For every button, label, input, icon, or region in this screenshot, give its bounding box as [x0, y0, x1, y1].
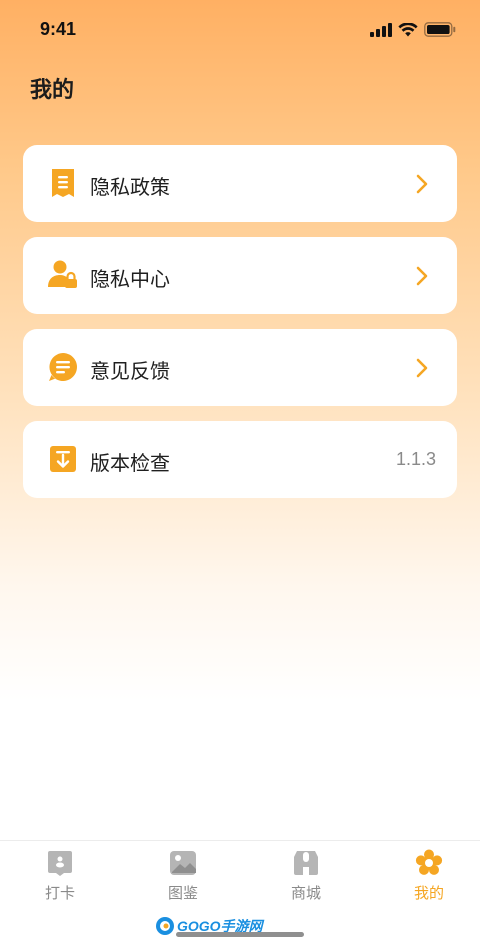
battery-icon	[424, 22, 456, 37]
status-icons	[370, 22, 456, 37]
watermark-logo-icon	[156, 917, 174, 935]
privacy-center-label: 隐私中心	[90, 267, 170, 291]
tab-shop[interactable]: 商城	[246, 849, 366, 909]
tab-shop-label: 商城	[290, 884, 321, 902]
version-number: 1.1.3	[395, 449, 436, 469]
tab-gallery-label: 图鉴	[167, 884, 198, 902]
version-check-label: 版本检查	[90, 451, 170, 475]
page-title: 我的	[30, 78, 75, 103]
checkin-icon	[48, 851, 72, 876]
signal-icon	[370, 22, 392, 37]
wifi-icon	[398, 22, 418, 36]
privacy-policy-item[interactable]: 隐私政策	[23, 145, 457, 222]
message-icon	[49, 353, 77, 381]
privacy-policy-label: 隐私政策	[90, 175, 170, 199]
privacy-center-item[interactable]: 隐私中心	[23, 237, 457, 314]
status-time: 9:41	[40, 19, 77, 39]
tab-mine[interactable]: 我的	[369, 849, 480, 909]
shop-icon	[294, 851, 318, 875]
download-icon	[50, 446, 76, 472]
document-icon	[52, 169, 74, 197]
tab-gallery[interactable]: 图鉴	[123, 849, 243, 909]
user-lock-icon	[48, 260, 77, 288]
feedback-label: 意见反馈	[90, 359, 170, 383]
version-check-item[interactable]: 版本检查 1.1.3	[23, 421, 457, 498]
flower-icon	[415, 849, 443, 875]
tab-mine-label: 我的	[413, 884, 444, 902]
chevron-right-icon	[416, 358, 428, 378]
chevron-right-icon	[416, 174, 428, 194]
gallery-icon	[170, 851, 196, 875]
chevron-right-icon	[416, 266, 428, 286]
status-bar: 9:41	[0, 0, 480, 60]
tab-checkin[interactable]: 打卡	[0, 849, 120, 909]
feedback-item[interactable]: 意见反馈	[23, 329, 457, 406]
home-indicator[interactable]	[176, 932, 304, 937]
tab-checkin-label: 打卡	[44, 884, 75, 902]
